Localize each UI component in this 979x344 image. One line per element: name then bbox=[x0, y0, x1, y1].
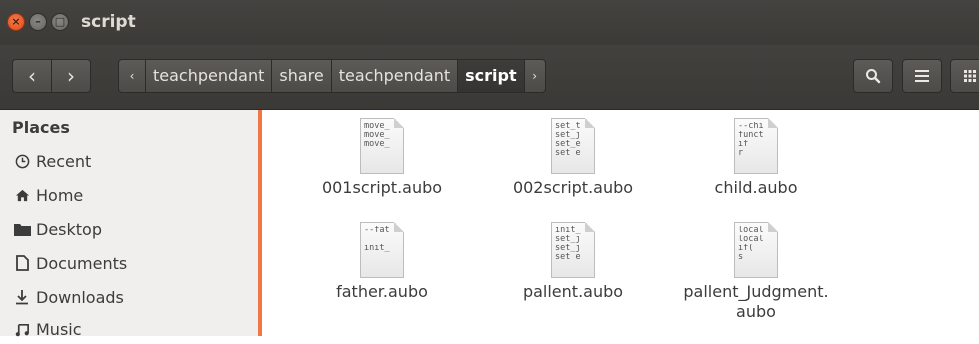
file-preview-line: init_ bbox=[555, 226, 581, 235]
file-name: 001script.aubo bbox=[321, 178, 443, 197]
sidebar-item-label: Recent bbox=[36, 152, 92, 171]
small-chevron-right-icon: › bbox=[532, 69, 537, 83]
breadcrumb-scroll-right-button[interactable]: › bbox=[523, 59, 546, 93]
file-item[interactable]: init_ set_j set_j set e pallent.aubo bbox=[483, 222, 663, 302]
text-file-icon: move_ move_ move_ bbox=[360, 118, 404, 174]
title-bar: × – □ script bbox=[0, 0, 979, 45]
file-preview-line: set e bbox=[555, 149, 581, 158]
file-item[interactable]: --chi funct if r child.aubo bbox=[666, 118, 846, 198]
text-file-icon: --chi funct if r bbox=[734, 118, 778, 174]
file-preview-line: --fat bbox=[364, 226, 390, 235]
file-item[interactable]: local local if( s pallent_Judgment. aubo bbox=[666, 222, 846, 322]
file-preview-line: set_j bbox=[555, 235, 581, 244]
file-item[interactable]: set_t set_j set_e set e 002script.aubo bbox=[483, 118, 663, 198]
back-button[interactable]: ‹ bbox=[12, 59, 52, 93]
text-file-icon: set_t set_j set_e set e bbox=[551, 118, 595, 174]
file-preview-line: set_j bbox=[555, 244, 581, 253]
minimize-window-button[interactable]: – bbox=[29, 13, 47, 31]
sidebar-item-label: Home bbox=[36, 186, 84, 205]
file-preview-line: local bbox=[738, 226, 764, 235]
music-icon bbox=[12, 316, 32, 344]
file-view: move_ move_ move_ 001script.aubo set_t s… bbox=[262, 110, 979, 336]
maximize-icon: □ bbox=[54, 15, 66, 28]
clock-icon bbox=[12, 148, 32, 176]
sidebar-item-documents[interactable]: Documents bbox=[12, 250, 127, 278]
file-name: pallent_Judgment. bbox=[683, 282, 829, 301]
toolbar: ‹ › ‹ teachpendant share teachpendant sc… bbox=[0, 45, 979, 110]
window-title: script bbox=[81, 12, 136, 32]
file-name: 002script.aubo bbox=[512, 178, 634, 197]
sidebar-item-label: Desktop bbox=[36, 220, 102, 239]
file-preview-line: local bbox=[738, 235, 764, 244]
breadcrumb-item-current[interactable]: script bbox=[457, 59, 525, 93]
file-preview-line bbox=[361, 235, 403, 244]
text-file-icon: local local if( s bbox=[734, 222, 778, 278]
file-preview-line: if( bbox=[738, 244, 754, 253]
file-preview-line: funct bbox=[738, 131, 764, 140]
file-preview-line: init_ bbox=[364, 244, 390, 253]
file-name: pallent.aubo bbox=[522, 282, 624, 301]
file-preview-line: set e bbox=[555, 253, 581, 262]
file-item[interactable]: move_ move_ move_ 001script.aubo bbox=[292, 118, 472, 198]
file-preview-line: move_ bbox=[364, 131, 390, 140]
breadcrumb-scroll-left-button[interactable]: ‹ bbox=[118, 59, 146, 93]
file-preview-line: s bbox=[738, 253, 744, 262]
sidebar-item-desktop[interactable]: Desktop bbox=[12, 216, 102, 244]
sidebar-item-label: Music bbox=[36, 320, 82, 339]
search-button[interactable] bbox=[853, 59, 893, 93]
file-item[interactable]: --fat init_ father.aubo bbox=[292, 222, 472, 302]
file-name: father.aubo bbox=[336, 282, 428, 301]
grid-view-icon bbox=[964, 70, 976, 82]
download-icon bbox=[12, 284, 32, 312]
file-preview-line: if bbox=[738, 140, 749, 149]
file-name-continued: aubo bbox=[736, 302, 776, 321]
breadcrumb-item[interactable]: share bbox=[271, 59, 332, 93]
file-preview-line: move_ bbox=[364, 122, 390, 131]
icon-view-button[interactable] bbox=[950, 59, 979, 93]
file-preview-line: move_ bbox=[364, 140, 390, 149]
close-icon: × bbox=[11, 15, 21, 28]
maximize-window-button[interactable]: □ bbox=[51, 13, 69, 31]
search-icon bbox=[866, 69, 881, 84]
sidebar-item-downloads[interactable]: Downloads bbox=[12, 284, 124, 312]
sidebar-item-label: Documents bbox=[36, 254, 128, 273]
hamburger-icon bbox=[915, 70, 929, 82]
sidebar-item-music[interactable]: Music bbox=[12, 316, 82, 344]
sidebar-item-recent[interactable]: Recent bbox=[12, 148, 91, 176]
folder-icon bbox=[12, 216, 32, 244]
breadcrumb-item[interactable]: teachpendant bbox=[145, 59, 273, 93]
chevron-right-icon: › bbox=[67, 64, 75, 88]
close-window-button[interactable]: × bbox=[7, 13, 25, 31]
forward-button[interactable]: › bbox=[51, 59, 91, 93]
sidebar-item-home[interactable]: Home bbox=[12, 182, 83, 210]
text-file-icon: init_ set_j set_j set e bbox=[551, 222, 595, 278]
file-preview-line: set_e bbox=[555, 140, 581, 149]
file-preview-line: r bbox=[738, 149, 744, 158]
breadcrumb: ‹ teachpendant share teachpendant script… bbox=[118, 59, 546, 93]
places-heading: Places bbox=[12, 118, 70, 137]
chevron-left-icon: ‹ bbox=[28, 64, 36, 88]
document-icon bbox=[12, 250, 32, 278]
small-chevron-left-icon: ‹ bbox=[129, 69, 135, 83]
text-file-icon: --fat init_ bbox=[360, 222, 404, 278]
minimize-icon: – bbox=[35, 15, 41, 28]
file-name: child.aubo bbox=[714, 178, 798, 197]
menu-button[interactable] bbox=[902, 59, 942, 93]
sidebar-item-label: Downloads bbox=[36, 288, 124, 307]
file-preview-line: set_j bbox=[555, 131, 581, 140]
sidebar: Places Recent Home Desktop Documents Dow… bbox=[0, 110, 258, 339]
home-icon bbox=[12, 182, 32, 210]
breadcrumb-item[interactable]: teachpendant bbox=[330, 59, 459, 93]
file-preview-line: set_t bbox=[555, 122, 581, 131]
file-preview-line: --chi bbox=[738, 122, 764, 131]
